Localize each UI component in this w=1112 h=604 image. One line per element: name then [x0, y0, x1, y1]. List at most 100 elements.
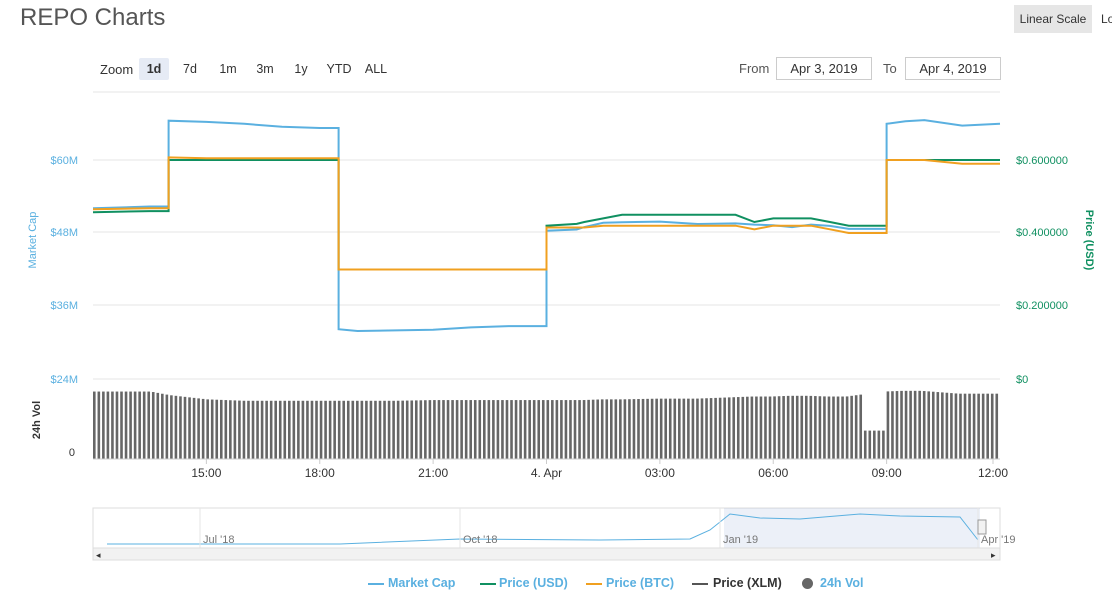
volume-bar	[573, 400, 577, 459]
volume-bar	[129, 391, 132, 459]
volume-bar	[809, 395, 813, 459]
volume-bar	[764, 396, 767, 459]
volume-bar	[600, 399, 604, 459]
volume-bar	[909, 390, 912, 459]
volume-bar	[632, 399, 636, 459]
volume-bar	[306, 400, 309, 459]
volume-bar	[265, 400, 268, 459]
volume-bar	[664, 398, 668, 459]
volume-bar	[959, 393, 962, 459]
volume-bar	[206, 399, 209, 459]
volume-bar	[251, 400, 255, 459]
volume-bar	[628, 399, 631, 459]
volume-bar	[215, 399, 219, 459]
volume-bar	[578, 400, 581, 459]
legend-price-xlm[interactable]: Price (XLM)	[713, 576, 782, 590]
volume-bar	[120, 391, 123, 459]
navigator-label: Jul '18	[203, 534, 234, 546]
volume-bar	[723, 397, 726, 459]
volume-bar	[646, 398, 649, 459]
scroll-left-arrow: ◂	[96, 550, 101, 560]
legend-price-usd[interactable]: Price (USD)	[499, 576, 568, 590]
volume-bar	[170, 395, 173, 459]
volume-bar	[460, 400, 463, 459]
volume-bar	[582, 400, 586, 459]
volume-bar	[945, 392, 949, 459]
legend-price-btc[interactable]: Price (BTC)	[606, 576, 674, 590]
left-axis-title: Market Cap	[27, 212, 39, 269]
volume-bar	[365, 400, 368, 459]
volume-bar	[845, 396, 849, 459]
legend-24h-vol-swatch	[802, 578, 813, 589]
volume-bar	[795, 395, 799, 459]
volume-bar	[269, 400, 273, 459]
volume-bar	[655, 398, 658, 459]
volume-bar	[918, 390, 921, 459]
right-axis-tick: $0.600000	[1016, 155, 1068, 167]
volume-bar	[519, 400, 522, 459]
volume-bar	[219, 399, 223, 459]
legend-price-btc-swatch	[586, 583, 602, 585]
x-axis-tick: 15:00	[191, 466, 221, 480]
volume-bar	[419, 400, 423, 459]
volume-bar	[623, 399, 627, 459]
volume-bar	[718, 397, 722, 459]
volume-bar	[333, 400, 336, 459]
volume-bar	[97, 391, 101, 459]
navigator-handle	[977, 519, 987, 535]
volume-bar	[478, 400, 482, 459]
volume-bar	[106, 391, 110, 459]
volume-bar	[111, 391, 114, 459]
volume-bar	[936, 392, 940, 459]
volume-bar	[247, 400, 250, 459]
volume-bar	[260, 400, 264, 459]
legend-market-cap[interactable]: Market Cap	[388, 576, 455, 590]
volume-bar	[619, 399, 622, 459]
volume-bar	[637, 399, 640, 459]
volume-bar	[369, 400, 373, 459]
volume-bar	[900, 390, 903, 459]
right-axis-tick: $0	[1016, 374, 1028, 386]
volume-bar	[950, 393, 953, 459]
volume-bar	[292, 400, 296, 459]
volume-bar	[210, 399, 214, 459]
volume-bar	[863, 430, 867, 459]
volume-bar	[356, 400, 359, 459]
volume-bar	[288, 400, 291, 459]
volume-bar	[437, 400, 441, 459]
volume-bar	[696, 398, 699, 459]
x-axis-tick: 03:00	[645, 466, 675, 480]
volume-bar	[990, 393, 994, 459]
volume-bar	[814, 396, 817, 459]
volume-bar	[968, 393, 971, 459]
volume-bar	[528, 400, 531, 459]
volume-bar	[537, 400, 541, 459]
volume-bar	[229, 400, 232, 459]
volume-bar	[659, 398, 663, 459]
legend-price-xlm-swatch	[692, 583, 708, 585]
x-axis-tick: 12:00	[978, 466, 1008, 480]
volume-bar	[523, 400, 527, 459]
volume-bar	[147, 391, 151, 459]
volume-bar	[297, 400, 300, 459]
volume-bar	[882, 430, 885, 459]
volume-bar	[274, 400, 277, 459]
volume-bar	[995, 393, 999, 459]
volume-bar	[188, 397, 191, 459]
volume-bar	[165, 394, 169, 459]
volume-bar	[510, 400, 513, 459]
volume-bar	[569, 400, 572, 459]
volume-axis-title: 24h Vol	[31, 401, 43, 439]
series-line-price-btc-	[92, 156, 1000, 271]
volume-bar	[201, 398, 205, 459]
volume-bar	[396, 400, 400, 459]
x-axis-tick: 21:00	[418, 466, 448, 480]
volume-bar	[483, 400, 486, 459]
x-axis-tick: 06:00	[758, 466, 788, 480]
legend-24h-vol[interactable]: 24h Vol	[820, 576, 864, 590]
volume-bar	[800, 395, 804, 459]
volume-bar	[464, 400, 468, 459]
volume-bar	[963, 393, 967, 459]
volume-bar	[283, 400, 287, 459]
volume-bar	[746, 396, 749, 459]
